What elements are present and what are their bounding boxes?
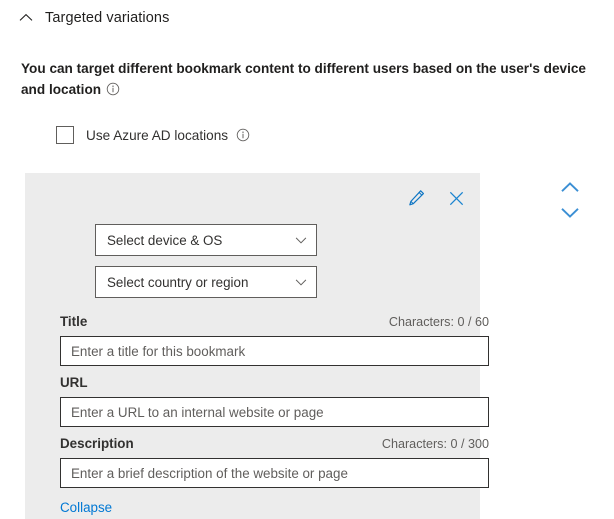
description-character-counter: Characters: 0 / 300 bbox=[381, 437, 489, 451]
title-input[interactable] bbox=[60, 336, 489, 366]
title-field-label: Title bbox=[60, 314, 88, 329]
url-input[interactable] bbox=[60, 397, 489, 427]
country-region-dropdown[interactable]: Select country or region bbox=[95, 266, 317, 298]
info-icon[interactable] bbox=[106, 82, 120, 96]
close-x-icon bbox=[449, 191, 463, 205]
description-input[interactable] bbox=[60, 458, 489, 488]
country-region-dropdown-value: Select country or region bbox=[107, 274, 249, 290]
description-field-header: Description Characters: 0 / 300 bbox=[60, 436, 489, 451]
collapse-link[interactable]: Collapse bbox=[60, 500, 112, 515]
device-os-dropdown-value: Select device & OS bbox=[107, 232, 223, 248]
move-variation-down-button[interactable] bbox=[556, 201, 584, 223]
page-title: Targeted variations bbox=[45, 10, 170, 26]
targeted-variation-card: Select device & OS Select country or reg… bbox=[25, 173, 489, 519]
url-field-label: URL bbox=[60, 375, 88, 390]
move-variation-up-button[interactable] bbox=[556, 176, 584, 198]
device-os-dropdown[interactable]: Select device & OS bbox=[95, 224, 317, 256]
edit-variation-button[interactable] bbox=[403, 185, 429, 211]
title-field-header: Title Characters: 0 / 60 bbox=[60, 314, 489, 329]
use-azure-ad-locations-row[interactable]: Use Azure AD locations bbox=[56, 125, 250, 145]
use-azure-ad-locations-checkbox[interactable] bbox=[56, 126, 74, 144]
targeted-variations-header[interactable]: Targeted variations bbox=[18, 6, 169, 30]
chevron-up-icon bbox=[561, 181, 579, 192]
chevron-down-icon bbox=[295, 279, 307, 286]
section-description: You can target different bookmark conten… bbox=[21, 58, 587, 100]
card-action-bar bbox=[403, 185, 469, 211]
title-character-counter: Characters: 0 / 60 bbox=[388, 315, 489, 329]
chevron-down-icon bbox=[561, 207, 579, 218]
chevron-up-icon bbox=[19, 13, 33, 21]
description-field-label: Description bbox=[60, 436, 134, 451]
pencil-edit-icon bbox=[408, 189, 424, 205]
use-azure-ad-locations-label: Use Azure AD locations bbox=[86, 127, 229, 143]
chevron-down-icon bbox=[295, 237, 307, 244]
url-field-header: URL bbox=[60, 375, 489, 390]
info-icon[interactable] bbox=[236, 128, 250, 142]
reorder-controls bbox=[556, 176, 584, 223]
remove-variation-button[interactable] bbox=[443, 185, 469, 211]
